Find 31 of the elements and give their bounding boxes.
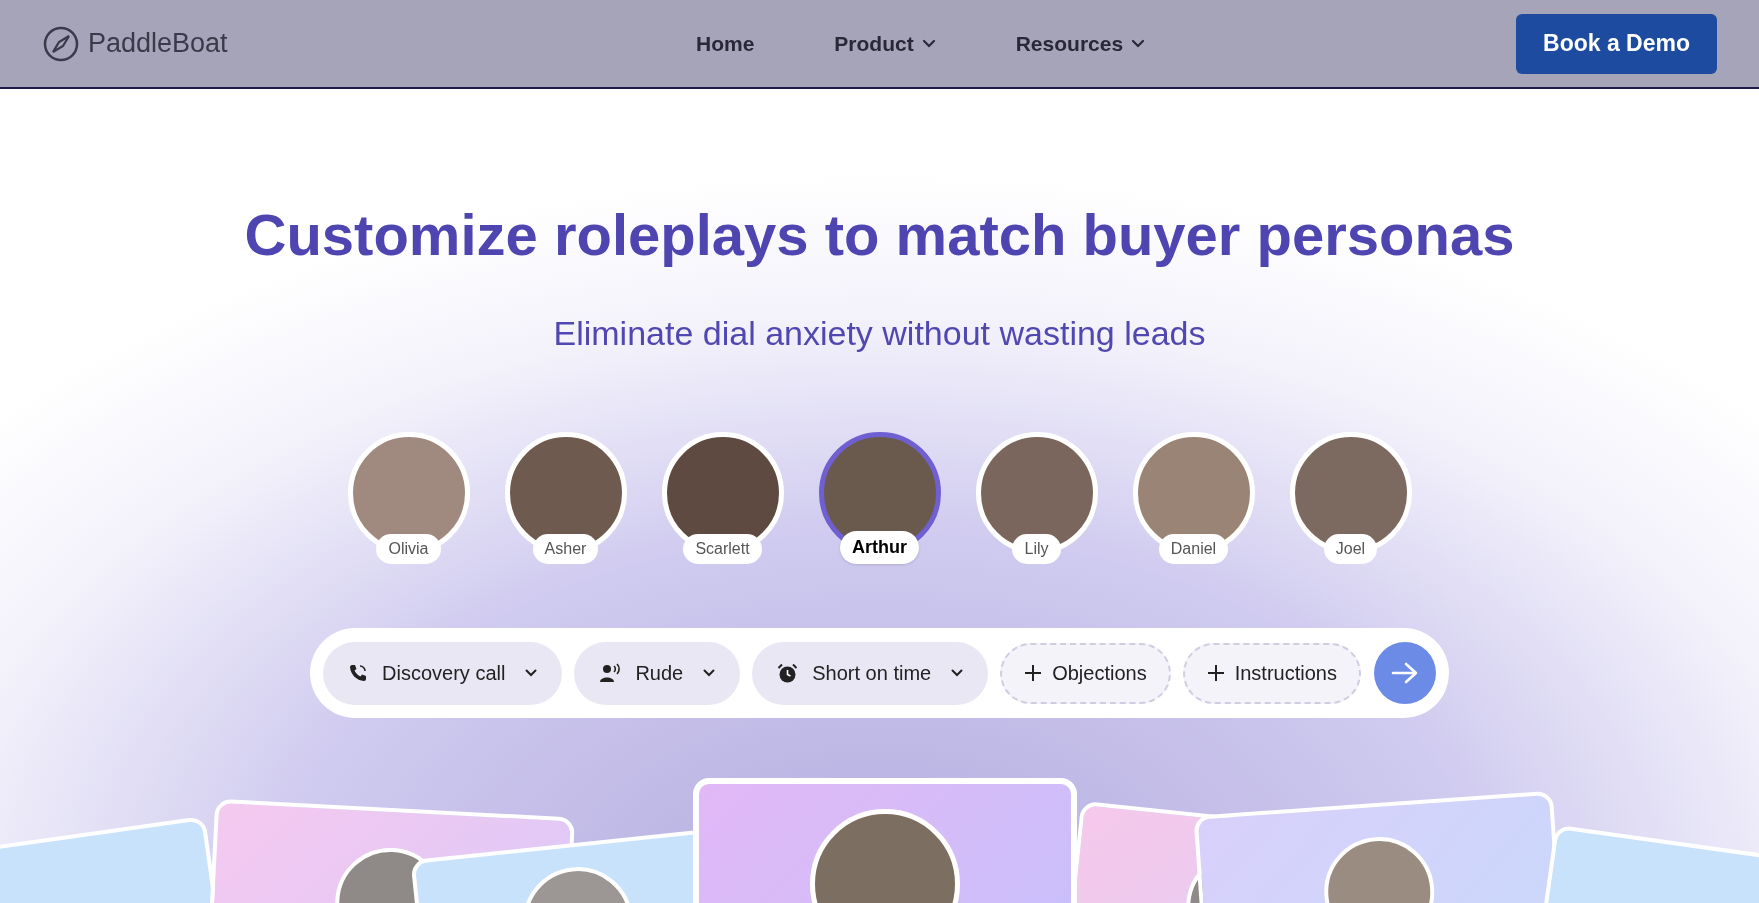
add-button[interactable]: Instructions xyxy=(1182,642,1361,704)
persona-name: Scarlett xyxy=(683,534,762,564)
chevron-down-icon xyxy=(1131,39,1146,48)
nav-link[interactable]: Home xyxy=(696,27,755,60)
phone-icon xyxy=(348,663,369,683)
plus-icon xyxy=(1206,664,1225,682)
arrow-right-icon xyxy=(1390,661,1419,685)
dropdown-button[interactable]: Short on time xyxy=(752,641,989,705)
chevron-down-icon xyxy=(921,39,936,48)
nav-link[interactable]: Product xyxy=(834,27,936,60)
logo-text[interactable]: PaddleBoat xyxy=(88,23,228,64)
chevron-down-icon xyxy=(951,669,964,677)
book-demo-button[interactable]: Book a Demo xyxy=(1516,13,1717,74)
add-button[interactable]: Objections xyxy=(1000,642,1171,704)
persona-name: Joel xyxy=(1323,534,1378,564)
nav-link[interactable]: Resources xyxy=(1015,27,1146,60)
dropdown-button[interactable]: Rude xyxy=(574,641,741,705)
person-speaking-icon xyxy=(599,663,622,683)
compass-logo-icon xyxy=(42,24,80,63)
chevron-down-icon xyxy=(703,669,716,677)
dropdown-button[interactable]: Discovery call xyxy=(323,641,563,705)
hero-subtitle: Eliminate dial anxiety without wasting leads xyxy=(553,316,1206,350)
persona-name: Arthur xyxy=(840,531,919,564)
persona-name: Daniel xyxy=(1158,534,1229,564)
persona-name: Olivia xyxy=(376,534,441,564)
persona-name: Asher xyxy=(532,534,599,564)
alarm-clock-icon xyxy=(777,662,799,684)
submit-button[interactable] xyxy=(1373,642,1436,704)
plus-icon xyxy=(1024,664,1043,682)
persona-name: Lily xyxy=(1012,534,1061,564)
chevron-down-icon xyxy=(525,669,538,677)
